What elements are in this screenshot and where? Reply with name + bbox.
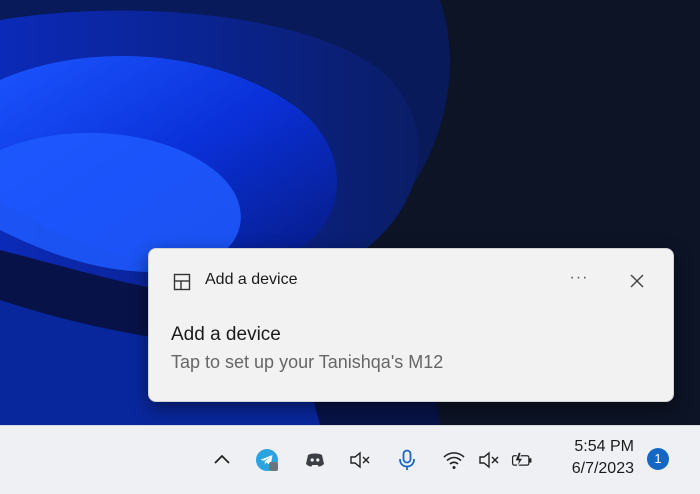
notification-body: Tap to set up your Tanishqa's M12 [171, 352, 444, 372]
telegram-icon[interactable] [255, 448, 279, 472]
volume-muted-icon[interactable] [477, 448, 501, 472]
system-clock[interactable]: 5:54 PM 6/7/2023 [552, 436, 634, 480]
device-settings-icon [173, 273, 191, 291]
wifi-icon[interactable] [442, 448, 466, 472]
discord-icon[interactable] [303, 448, 327, 472]
microphone-icon[interactable] [395, 448, 419, 472]
notification-app-name: Add a device [205, 271, 298, 288]
clock-time: 5:54 PM [574, 438, 634, 455]
chevron-up-icon[interactable] [210, 448, 234, 472]
notification-count-badge[interactable]: 1 [647, 448, 669, 470]
more-options-button[interactable]: ··· [565, 269, 593, 291]
add-device-notification[interactable]: Add a device ··· Add a device Tap to set… [148, 248, 674, 402]
close-icon[interactable] [627, 271, 647, 291]
speaker-muted-icon[interactable] [348, 448, 372, 472]
clock-date: 6/7/2023 [571, 460, 634, 477]
battery-charging-icon[interactable] [510, 448, 534, 472]
notification-title: Add a device [171, 324, 281, 345]
taskbar: 5:54 PM 6/7/2023 1 [0, 425, 700, 494]
